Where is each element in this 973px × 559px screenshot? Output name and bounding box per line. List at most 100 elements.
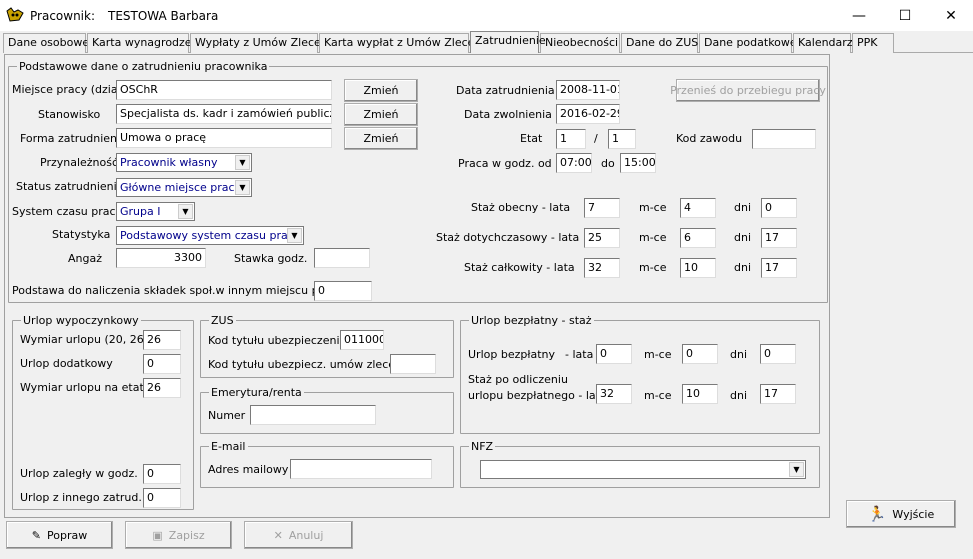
tab-karta-wyplat-umow[interactable]: Karta wypłat z Umów Zleceń [319, 33, 481, 53]
mce-label: m-ce [639, 261, 667, 274]
zapisz-label: Zapisz [168, 528, 205, 542]
wyjscie-label: Wyjście [892, 507, 935, 521]
maximize-button[interactable]: ☐ [882, 0, 928, 31]
email-title: E-mail [209, 440, 248, 453]
title-bar: Pracownik: TESTOWA Barbara — ☐ ✕ [0, 0, 973, 31]
staz-obecny-mce-field[interactable]: 4 [680, 198, 716, 218]
kod-zawodu-label: Kod zawodu [676, 132, 743, 145]
kod-ubezp-label: Kod tytułu ubezpieczenia [208, 334, 347, 347]
przynaleznosc-label: Przynależność [40, 156, 119, 169]
odlicz-lata-field[interactable]: 32 [596, 384, 632, 404]
wyjscie-button[interactable]: 🏃 Wyjście [846, 500, 956, 528]
staz-obecny-lata-field[interactable]: 7 [584, 198, 620, 218]
forma-field[interactable]: Umowa o pracę [116, 128, 332, 148]
zapisz-button[interactable]: ▣ Zapisz [125, 521, 232, 549]
zmien-forma-button[interactable]: Zmień [344, 127, 418, 150]
anuluj-label: Anuluj [288, 528, 324, 542]
bezplatny-lata-field[interactable]: 0 [596, 344, 632, 364]
etat-denominator-field[interactable]: 1 [608, 129, 636, 149]
data-zatr-field[interactable]: 2008-11-01 [556, 80, 620, 100]
podstawa-field[interactable]: 0 [314, 281, 372, 301]
tab-wyplaty-umow[interactable]: Wypłaty z Umów Zleceń [190, 33, 328, 53]
kod-zawodu-field[interactable] [752, 129, 816, 149]
nfz-select[interactable]: ▼ [480, 460, 806, 479]
tab-ppk[interactable]: PPK [852, 33, 894, 53]
dni-label: dni [734, 201, 752, 214]
praca-do-field[interactable]: 15:00 [620, 153, 656, 173]
odlicz-dni-field[interactable]: 17 [760, 384, 796, 404]
inny-zatrud-field[interactable]: 0 [143, 488, 181, 508]
zmien-miejsce-button[interactable]: Zmień [344, 79, 418, 102]
kod-zlecen-field[interactable] [390, 354, 436, 374]
staz-calkowity-label: Staż całkowity - lata [464, 261, 575, 274]
wymiar-etat-field[interactable]: 26 [143, 378, 181, 398]
save-icon: ▣ [152, 528, 163, 542]
email-field[interactable] [290, 459, 432, 479]
dodatkowy-field[interactable]: 0 [143, 354, 181, 374]
minimize-button[interactable]: — [836, 0, 882, 31]
staz-calk-dni-field[interactable]: 17 [761, 258, 797, 278]
staz-calk-mce-field[interactable]: 10 [680, 258, 716, 278]
tab-dane-osobowe[interactable]: Dane osobowe [3, 33, 89, 53]
employee-name: TESTOWA Barbara [108, 9, 219, 23]
bezplatny-dni-field[interactable]: 0 [760, 344, 796, 364]
tab-dane-podatkowe[interactable]: Dane podatkowe [699, 33, 797, 53]
anuluj-button[interactable]: ✕ Anuluj [244, 521, 353, 549]
miejsce-field[interactable]: OSChR [116, 80, 332, 100]
przenies-button[interactable]: Przenieś do przebiegu pracy [670, 79, 826, 102]
praca-do-label: do [601, 157, 615, 170]
kod-zlecen-label: Kod tytułu ubezpiecz. umów zleceń [208, 358, 402, 371]
statystyka-label: Statystyka [52, 228, 111, 241]
data-zwol-field[interactable]: 2016-02-29 [556, 104, 620, 124]
angaz-field[interactable]: 3300 [116, 248, 206, 268]
dni-label: dni [730, 389, 748, 402]
stawka-label: Stawka godz. [234, 252, 308, 265]
etat-label: Etat [520, 132, 543, 145]
staz-obecny-dni-field[interactable]: 0 [761, 198, 797, 218]
etat-numerator-field[interactable]: 1 [556, 129, 586, 149]
urlop-title: Urlop wypoczynkowy [21, 314, 141, 327]
odlicz-mce-field[interactable]: 10 [682, 384, 718, 404]
tab-kalendarz[interactable]: Kalendarz [793, 33, 853, 53]
chevron-down-icon: ▼ [178, 204, 193, 219]
lata-label: - lata [565, 348, 594, 361]
system-value: Grupa I [120, 205, 161, 218]
wymiar-field[interactable]: 26 [143, 330, 181, 350]
mce-label: m-ce [639, 201, 667, 214]
nfz-title: NFZ [469, 440, 496, 453]
staz-dotych-mce-field[interactable]: 6 [680, 228, 716, 248]
chevron-down-icon: ▼ [235, 155, 250, 170]
tab-karta-wynagrodzen[interactable]: Karta wynagrodzeń [87, 33, 199, 53]
kod-ubezp-field[interactable]: 011000 [340, 330, 384, 350]
mce-label: m-ce [644, 389, 672, 402]
staz-dotych-dni-field[interactable]: 17 [761, 228, 797, 248]
status-select[interactable]: Główne miejsce pracy ▼ [116, 178, 252, 197]
stanowisko-field[interactable]: Specjalista ds. kadr i zamówień publicz. [116, 104, 332, 124]
numer-field[interactable] [250, 405, 376, 425]
przynaleznosc-select[interactable]: Pracownik własny ▼ [116, 153, 252, 172]
miejsce-label: Miejsce pracy (dział) [12, 83, 125, 96]
tab-dane-zus[interactable]: Dane do ZUS [621, 33, 698, 53]
zmien-stanowisko-button[interactable]: Zmień [344, 103, 418, 126]
tab-nieobecnosci[interactable]: Nieobecności [540, 33, 620, 53]
dodatkowy-label: Urlop dodatkowy [20, 357, 113, 370]
popraw-button[interactable]: ✎ Popraw [6, 521, 113, 549]
zalegly-field[interactable]: 0 [143, 464, 181, 484]
system-select[interactable]: Grupa I ▼ [116, 202, 195, 221]
statystyka-select[interactable]: Podstawowy system czasu pracy ▼ [116, 226, 304, 245]
stawka-field[interactable] [314, 248, 370, 268]
tab-zatrudnienie[interactable]: Zatrudnienie [470, 31, 546, 53]
podstawa-label: Podstawa do naliczenia składek społ.w in… [12, 284, 343, 297]
angaz-label: Angaż [68, 252, 102, 265]
staz-odliczeniu-label: Staż po odliczeniu [468, 373, 568, 386]
bezplatny-mce-field[interactable]: 0 [682, 344, 718, 364]
bezplatny-title: Urlop bezpłatny - staż [469, 314, 594, 327]
staz-dotych-lata-field[interactable]: 25 [584, 228, 620, 248]
edit-icon: ✎ [31, 528, 41, 542]
staz-calk-lata-field[interactable]: 32 [584, 258, 620, 278]
numer-label: Numer [208, 409, 246, 422]
praca-od-field[interactable]: 07:00 [556, 153, 592, 173]
close-button[interactable]: ✕ [928, 0, 973, 31]
forma-label: Forma zatrudnienia [20, 132, 127, 145]
cancel-icon: ✕ [273, 528, 283, 542]
